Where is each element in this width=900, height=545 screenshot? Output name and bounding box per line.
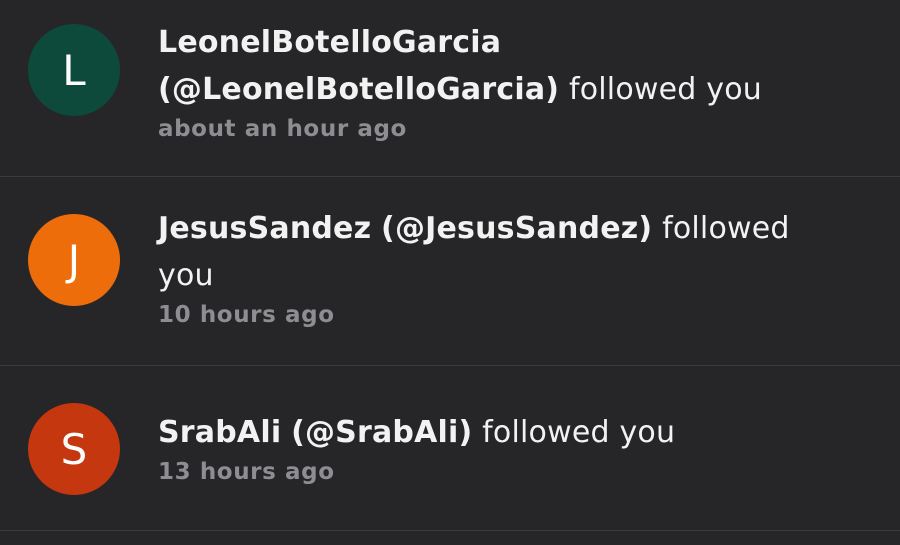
notification-message: JesusSandez (@JesusSandez) followed you: [158, 205, 848, 299]
notification-time: 13 hours ago: [158, 459, 335, 485]
notification-action: followed you: [482, 415, 676, 450]
user-handle[interactable]: (@SrabAli): [291, 415, 472, 450]
user-display-name[interactable]: JesusSandez: [158, 211, 371, 246]
avatar[interactable]: L: [28, 24, 120, 116]
notification-message: SrabAli (@SrabAli) followed you: [158, 409, 848, 456]
user-display-name[interactable]: SrabAli: [158, 415, 281, 450]
notification-item[interactable]: S SrabAli (@SrabAli) followed you 13 hou…: [0, 366, 900, 531]
notification-item[interactable]: L LeonelBotelloGarcia (@LeonelBotelloGarc…: [0, 0, 900, 177]
notification-message: LeonelBotelloGarcia (@LeonelBotelloGarcia…: [158, 19, 848, 113]
notification-action: followed you: [568, 72, 762, 107]
notification-item[interactable]: J JesusSandez (@JesusSandez) followed yo…: [0, 177, 900, 366]
notification-time: 10 hours ago: [158, 302, 335, 328]
avatar-letter: S: [60, 424, 88, 474]
avatar[interactable]: S: [28, 403, 120, 495]
user-display-name[interactable]: LeonelBotelloGarcia: [158, 25, 501, 60]
notification-body: JesusSandez (@JesusSandez) followed you …: [158, 205, 848, 330]
notification-list: L LeonelBotelloGarcia (@LeonelBotelloGarc…: [0, 0, 900, 545]
avatar[interactable]: J: [28, 214, 120, 306]
user-handle[interactable]: (@LeonelBotelloGarcia): [158, 72, 559, 107]
avatar-letter: L: [62, 45, 86, 95]
avatar-letter: J: [67, 235, 81, 285]
notification-time: about an hour ago: [158, 116, 407, 142]
notification-body: LeonelBotelloGarcia (@LeonelBotelloGarcia…: [158, 19, 848, 144]
user-handle[interactable]: (@JesusSandez): [381, 211, 652, 246]
notification-body: SrabAli (@SrabAli) followed you 13 hours…: [158, 409, 848, 487]
